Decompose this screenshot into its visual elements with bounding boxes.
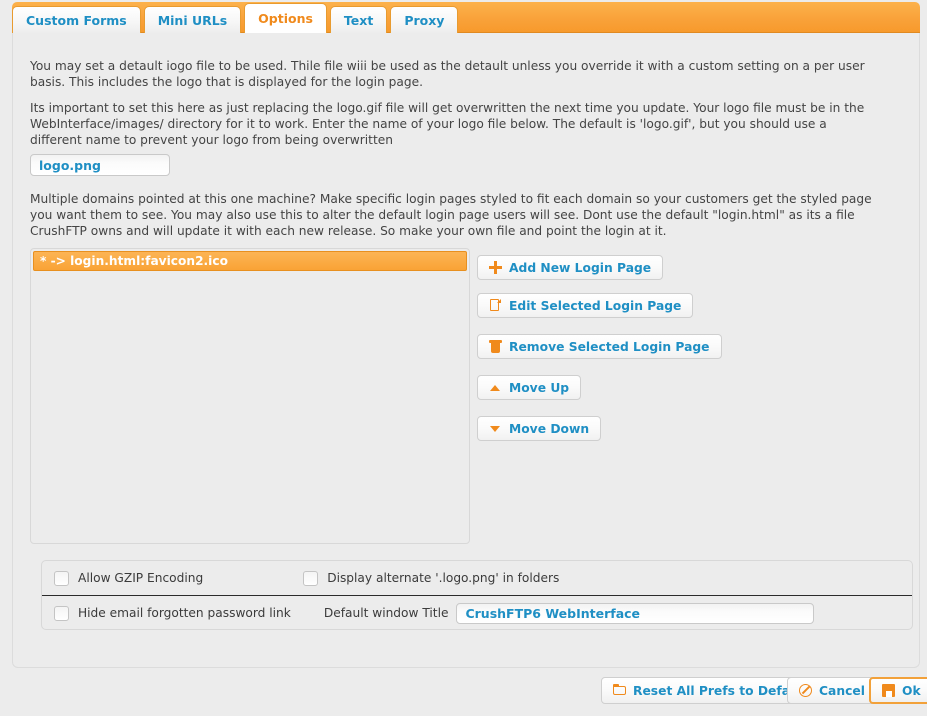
move-down-label: Move Down (509, 421, 590, 436)
document-icon (489, 299, 502, 312)
window-title-input[interactable] (456, 602, 815, 624)
ok-button[interactable]: Ok (869, 677, 927, 704)
remove-selected-login-page-button[interactable]: Remove Selected Login Page (477, 334, 722, 359)
hide-forgotten-password-label: Hide email forgotten password link (78, 606, 291, 620)
tab-proxy[interactable]: Proxy (390, 6, 459, 33)
remove-selected-login-page-label: Remove Selected Login Page (509, 339, 710, 354)
cancel-icon (799, 684, 812, 697)
options-panel: You may set a detault iogo file to be us… (12, 33, 920, 668)
ok-label: Ok (902, 683, 921, 698)
add-new-login-page-button[interactable]: Add New Login Page (477, 255, 664, 280)
display-alternate-logo-checkbox[interactable] (303, 570, 319, 586)
edit-selected-login-page-label: Edit Selected Login Page (509, 298, 682, 313)
tab-text[interactable]: Text (329, 6, 388, 33)
folder-icon (613, 684, 626, 697)
allow-gzip-checkbox[interactable] (54, 570, 69, 586)
allow-gzip-label: Allow GZIP Encoding (78, 571, 204, 585)
tab-mini-urls[interactable]: Mini URLs (143, 6, 242, 33)
trash-icon (489, 340, 502, 353)
add-new-login-page-label: Add New Login Page (509, 260, 652, 275)
move-up-button[interactable]: Move Up (477, 375, 582, 400)
logo-warning-text: Its important to set this here as just r… (30, 101, 865, 147)
hide-forgotten-password-checkbox[interactable] (54, 605, 69, 621)
move-down-button[interactable]: Move Down (477, 416, 602, 441)
triangle-down-icon (489, 422, 502, 435)
list-item[interactable]: * -> login.html:favicon2.ico (33, 251, 467, 271)
logo-intro-text: You may set a detault iogo file to be us… (30, 59, 865, 89)
reset-all-prefs-label: Reset All Prefs to Default (633, 683, 809, 698)
footer-bar: Reset All Prefs to Default Cancel Ok (0, 677, 927, 707)
save-icon (882, 684, 895, 697)
tab-options[interactable]: Options (244, 3, 327, 33)
tab-custom-forms[interactable]: Custom Forms (12, 6, 141, 33)
display-alternate-logo-label: Display alternate '.logo.png' in folders (327, 571, 560, 585)
options-row-1: Allow GZIP Encoding Display alternate '.… (42, 561, 912, 596)
options-checkbox-group: Allow GZIP Encoding Display alternate '.… (41, 560, 913, 630)
move-up-label: Move Up (509, 380, 570, 395)
window-title-label: Default window Title (323, 606, 449, 620)
plus-icon (489, 261, 502, 274)
login-pages-list[interactable]: * -> login.html:favicon2.ico (30, 248, 470, 544)
triangle-up-icon (489, 381, 502, 394)
domains-description-text: Multiple domains pointed at this one mac… (30, 192, 872, 238)
cancel-button[interactable]: Cancel (787, 677, 877, 704)
edit-selected-login-page-button[interactable]: Edit Selected Login Page (477, 293, 694, 318)
tab-list: Custom Forms Mini URLs Options Text Prox… (12, 3, 459, 33)
logo-filename-input[interactable] (30, 154, 170, 176)
options-row-2: Hide email forgotten password link Defau… (42, 596, 912, 630)
cancel-label: Cancel (819, 683, 865, 698)
